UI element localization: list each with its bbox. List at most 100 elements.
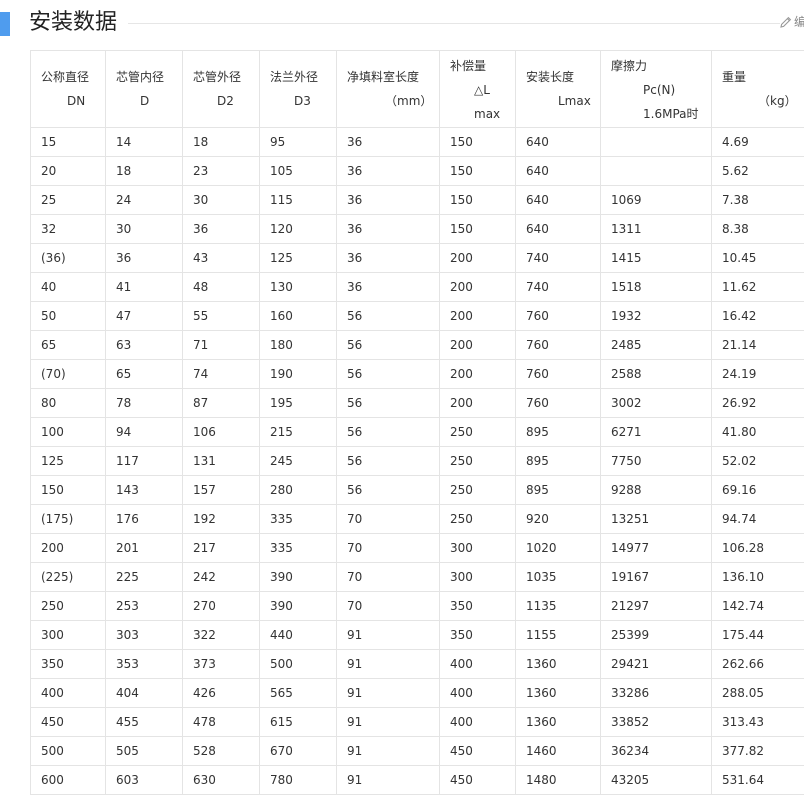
cell-compensation: 300 [439, 533, 516, 563]
cell-friction: 25399 [600, 620, 712, 650]
cell-outer-diameter: 322 [182, 620, 260, 650]
cell-outer-diameter: 30 [182, 185, 260, 215]
cell-dn: (175) [30, 504, 106, 534]
cell-weight: 377.82 [711, 736, 804, 766]
table-row: 500 505 528 670 91 450 1460 36234 377.82 [30, 736, 804, 766]
cell-outer-diameter: 55 [182, 301, 260, 331]
cell-inner-diameter: 24 [105, 185, 183, 215]
table-row: 65 63 71 180 56 200 760 2485 21.14 [30, 330, 804, 360]
cell-packing-length: 91 [336, 678, 440, 708]
cell-install-length: 1035 [515, 562, 601, 592]
cell-compensation: 300 [439, 562, 516, 592]
table-row: 50 47 55 160 56 200 760 1932 16.42 [30, 301, 804, 331]
cell-packing-length: 91 [336, 765, 440, 795]
table-row: 300 303 322 440 91 350 1155 25399 175.44 [30, 620, 804, 650]
cell-dn: (70) [30, 359, 106, 389]
cell-inner-diameter: 303 [105, 620, 183, 650]
cell-compensation: 400 [439, 649, 516, 679]
cell-inner-diameter: 603 [105, 765, 183, 795]
cell-compensation: 250 [439, 417, 516, 447]
cell-friction: 21297 [600, 591, 712, 621]
title-divider [128, 23, 780, 24]
header-outer-diameter: 芯管外径 D2 [182, 50, 260, 128]
cell-weight: 142.74 [711, 591, 804, 621]
table-row: 600 603 630 780 91 450 1480 43205 531.64 [30, 765, 804, 795]
cell-inner-diameter: 253 [105, 591, 183, 621]
header-packing-length: 净填料室长度 （mm） [336, 50, 440, 128]
cell-friction: 2588 [600, 359, 712, 389]
cell-flange-diameter: 440 [259, 620, 337, 650]
cell-weight: 136.10 [711, 562, 804, 592]
cell-compensation: 450 [439, 765, 516, 795]
cell-packing-length: 91 [336, 707, 440, 737]
cell-dn: 400 [30, 678, 106, 708]
table-row: 100 94 106 215 56 250 895 6271 41.80 [30, 417, 804, 447]
cell-compensation: 200 [439, 243, 516, 273]
cell-install-length: 895 [515, 446, 601, 476]
cell-inner-diameter: 505 [105, 736, 183, 766]
table-header-row: 公称直径 DN 芯管内径 D 芯管外径 D2 法兰外径 D3 净填料室长度 （m… [30, 50, 804, 128]
cell-inner-diameter: 41 [105, 272, 183, 302]
cell-inner-diameter: 404 [105, 678, 183, 708]
cell-compensation: 200 [439, 301, 516, 331]
cell-packing-length: 56 [336, 475, 440, 505]
edit-link[interactable]: 编 [780, 14, 804, 30]
cell-packing-length: 36 [336, 272, 440, 302]
cell-dn: 65 [30, 330, 106, 360]
cell-friction: 33852 [600, 707, 712, 737]
table-row: 40 41 48 130 36 200 740 1518 11.62 [30, 272, 804, 302]
table-row: 400 404 426 565 91 400 1360 33286 288.05 [30, 678, 804, 708]
table-row: (36) 36 43 125 36 200 740 1415 10.45 [30, 243, 804, 273]
header-inner-diameter: 芯管内径 D [105, 50, 183, 128]
cell-packing-length: 56 [336, 417, 440, 447]
cell-dn: 25 [30, 185, 106, 215]
cell-outer-diameter: 192 [182, 504, 260, 534]
cell-friction: 1518 [600, 272, 712, 302]
cell-compensation: 200 [439, 330, 516, 360]
cell-outer-diameter: 71 [182, 330, 260, 360]
cell-outer-diameter: 373 [182, 649, 260, 679]
cell-packing-length: 36 [336, 156, 440, 186]
cell-outer-diameter: 478 [182, 707, 260, 737]
cell-install-length: 1480 [515, 765, 601, 795]
cell-install-length: 640 [515, 214, 601, 244]
cell-friction: 33286 [600, 678, 712, 708]
cell-packing-length: 36 [336, 185, 440, 215]
table-row: 80 78 87 195 56 200 760 3002 26.92 [30, 388, 804, 418]
cell-compensation: 150 [439, 127, 516, 157]
cell-inner-diameter: 455 [105, 707, 183, 737]
edit-label: 编 [794, 15, 804, 29]
cell-install-length: 895 [515, 475, 601, 505]
table-row: 32 30 36 120 36 150 640 1311 8.38 [30, 214, 804, 244]
cell-flange-diameter: 335 [259, 533, 337, 563]
cell-install-length: 895 [515, 417, 601, 447]
cell-install-length: 760 [515, 388, 601, 418]
cell-dn: 350 [30, 649, 106, 679]
cell-weight: 26.92 [711, 388, 804, 418]
cell-flange-diameter: 160 [259, 301, 337, 331]
section-title: 安装数据 [29, 10, 118, 35]
cell-flange-diameter: 120 [259, 214, 337, 244]
cell-dn: 250 [30, 591, 106, 621]
cell-dn: 80 [30, 388, 106, 418]
cell-packing-length: 91 [336, 736, 440, 766]
table-row: 25 24 30 115 36 150 640 1069 7.38 [30, 185, 804, 215]
table-row: 125 117 131 245 56 250 895 7750 52.02 [30, 446, 804, 476]
cell-friction: 36234 [600, 736, 712, 766]
cell-compensation: 350 [439, 620, 516, 650]
cell-compensation: 200 [439, 359, 516, 389]
cell-weight: 313.43 [711, 707, 804, 737]
cell-flange-diameter: 245 [259, 446, 337, 476]
cell-compensation: 350 [439, 591, 516, 621]
table-row: (70) 65 74 190 56 200 760 2588 24.19 [30, 359, 804, 389]
header-friction: 摩擦力 Pc(N) 1.6MPa时 [600, 50, 712, 128]
cell-outer-diameter: 426 [182, 678, 260, 708]
cell-flange-diameter: 105 [259, 156, 337, 186]
cell-packing-length: 70 [336, 591, 440, 621]
cell-weight: 7.38 [711, 185, 804, 215]
cell-friction: 19167 [600, 562, 712, 592]
cell-dn: 500 [30, 736, 106, 766]
cell-inner-diameter: 30 [105, 214, 183, 244]
header-compensation: 补偿量 △L max [439, 50, 516, 128]
cell-dn: 50 [30, 301, 106, 331]
